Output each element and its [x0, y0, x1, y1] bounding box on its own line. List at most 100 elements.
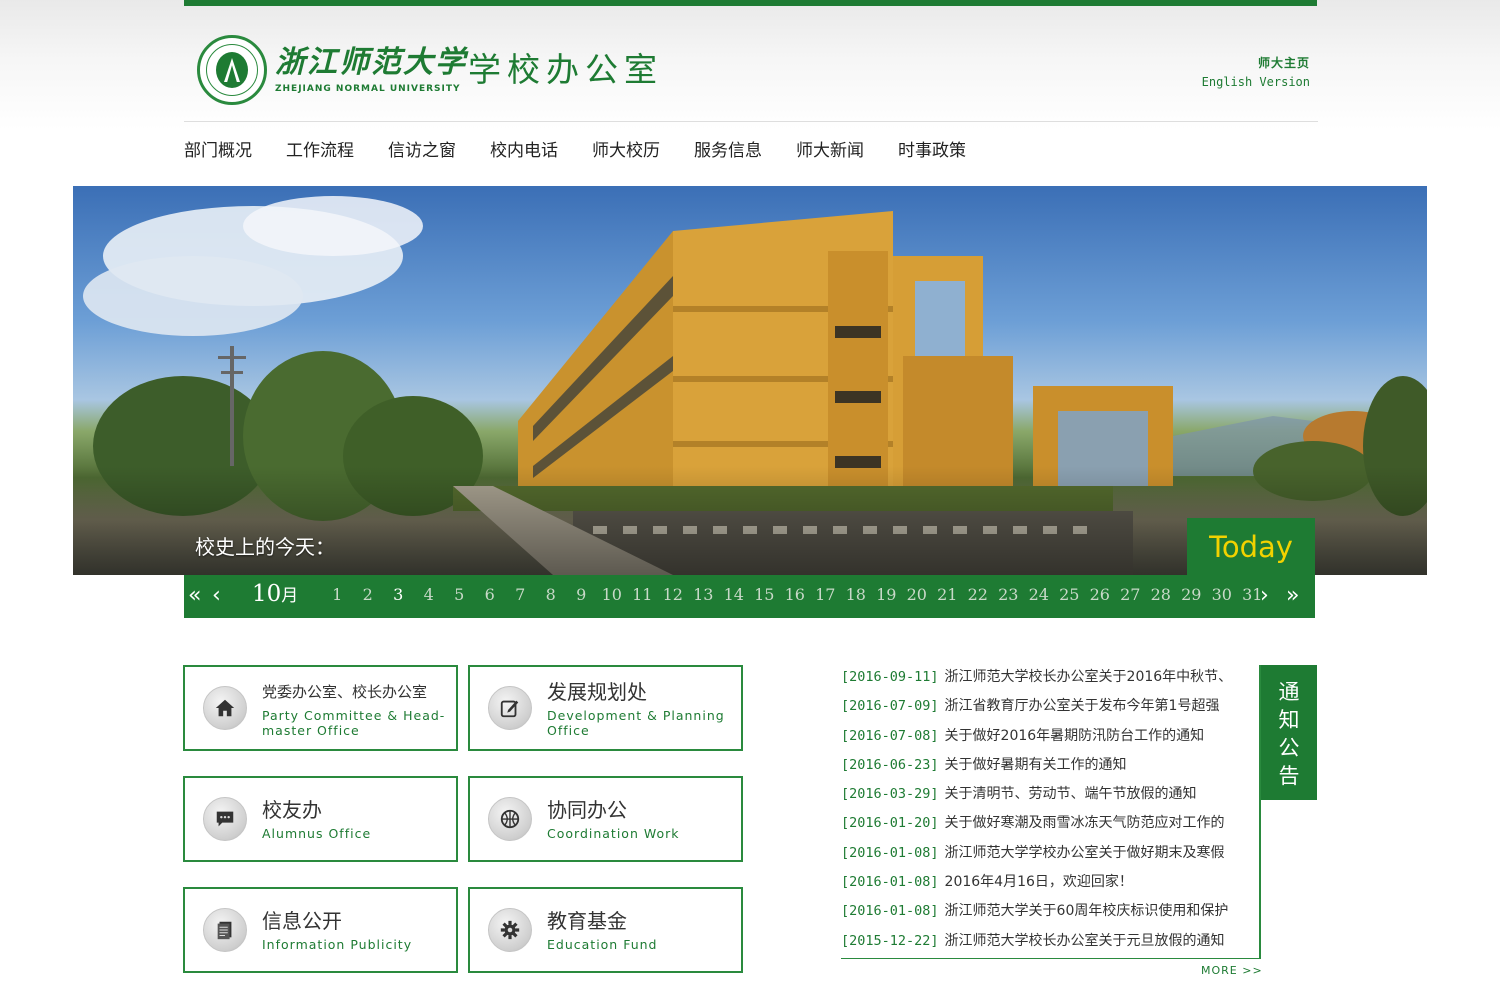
office-title: 学校办公室: [468, 50, 663, 89]
nav-item-campus-phone[interactable]: 校内电话: [490, 136, 558, 166]
dept-alumnus-office[interactable]: 校友办 Alumnus Office: [183, 776, 458, 862]
notice-tab-char: 知: [1278, 708, 1300, 732]
day-28[interactable]: 28: [1146, 585, 1177, 604]
dept-name-cn: 信息公开: [262, 909, 342, 933]
double-chevron-right-icon[interactable]: »: [1286, 583, 1299, 609]
day-21[interactable]: 21: [932, 585, 963, 604]
day-5[interactable]: 5: [444, 585, 475, 604]
dept-coordination-work[interactable]: 协同办公 Coordination Work: [468, 776, 743, 862]
dept-name-cn: 教育基金: [547, 909, 627, 933]
day-10[interactable]: 10: [597, 585, 628, 604]
history-today-label: 校史上的今天：: [195, 535, 335, 559]
nav-item-department-overview[interactable]: 部门概况: [184, 136, 252, 166]
notice-item[interactable]: [2016-07-09] 浙江省教育厅办公室关于发布今年第1号超强: [841, 692, 1241, 721]
school-name: 浙江师范大学 ZHEJIANG NORMAL UNIVERSITY: [275, 45, 467, 95]
day-11[interactable]: 11: [627, 585, 658, 604]
dept-name-en: Coordination Work: [547, 826, 680, 841]
day-2[interactable]: 2: [353, 585, 384, 604]
day-4[interactable]: 4: [414, 585, 445, 604]
day-18[interactable]: 18: [841, 585, 872, 604]
dept-party-president-office[interactable]: 党委办公室、校长办公室 Party Committee & Head-maste…: [183, 665, 458, 751]
notice-item[interactable]: [2016-01-20] 关于做好寒潮及雨雪冰冻天气防范应对工作的: [841, 809, 1241, 838]
notice-item[interactable]: [2015-12-22] 浙江师范大学校长办公室关于元旦放假的通知: [841, 927, 1241, 956]
day-27[interactable]: 27: [1115, 585, 1146, 604]
day-22[interactable]: 22: [963, 585, 994, 604]
day-1[interactable]: 1: [322, 585, 353, 604]
school-name-cn: 浙江师范大学: [275, 45, 467, 80]
basketball-icon: [488, 797, 532, 841]
day-9[interactable]: 9: [566, 585, 597, 604]
nav-item-university-news[interactable]: 师大新闻: [796, 136, 864, 166]
nav-item-petition-window[interactable]: 信访之窗: [388, 136, 456, 166]
university-home-link[interactable]: 师大主页: [1202, 54, 1310, 73]
chat-icon: [203, 797, 247, 841]
university-seal-icon: [197, 35, 267, 105]
dept-information-publicity[interactable]: 信息公开 Information Publicity: [183, 887, 458, 973]
dept-development-planning[interactable]: 发展规划处 Development & Planning Office: [468, 665, 743, 751]
header-divider: [184, 121, 1318, 122]
notice-tab-char: 告: [1278, 764, 1300, 788]
home-icon: [203, 686, 247, 730]
notice-tab-char: 公: [1278, 736, 1300, 760]
double-chevron-left-icon[interactable]: «: [188, 583, 201, 609]
day-23[interactable]: 23: [993, 585, 1024, 604]
top-accent-bar: [184, 0, 1317, 6]
more-notices-link[interactable]: MORE >>: [1201, 964, 1263, 977]
notice-item[interactable]: [2016-01-08] 浙江师范大学关于60周年校庆标识使用和保护: [841, 897, 1241, 926]
day-19[interactable]: 19: [871, 585, 902, 604]
campus-banner-image: [73, 186, 1427, 575]
dept-education-fund[interactable]: 教育基金 Education Fund: [468, 887, 743, 973]
day-6[interactable]: 6: [475, 585, 506, 604]
notice-item[interactable]: [2016-07-08] 关于做好2016年暑期防汛防台工作的通知: [841, 722, 1241, 751]
dept-name-en: Development & Planning Office: [547, 707, 725, 738]
day-17[interactable]: 17: [810, 585, 841, 604]
nav-item-school-calendar[interactable]: 师大校历: [592, 136, 660, 166]
chevron-left-icon[interactable]: ‹: [212, 583, 221, 609]
dept-name-en: Party Committee & Head-master Office: [262, 707, 446, 738]
notice-list: [2016-09-11] 浙江师范大学校长办公室关于2016年中秋节、 [2016…: [841, 663, 1261, 956]
day-26[interactable]: 26: [1085, 585, 1116, 604]
school-name-en: ZHEJIANG NORMAL UNIVERSITY: [275, 84, 461, 94]
notice-item[interactable]: [2016-01-08] 2016年4月16日，欢迎回家！: [841, 868, 1241, 897]
dept-name-cn: 校友办: [262, 798, 322, 822]
day-16[interactable]: 16: [780, 585, 811, 604]
day-15[interactable]: 15: [749, 585, 780, 604]
nav-item-current-policy[interactable]: 时事政策: [898, 136, 966, 166]
day-29[interactable]: 29: [1176, 585, 1207, 604]
notice-tab[interactable]: 通知公告: [1261, 665, 1317, 800]
main-nav: 部门概况 工作流程 信访之窗 校内电话 师大校历 服务信息 师大新闻 时事政策: [184, 136, 1000, 166]
day-20[interactable]: 20: [902, 585, 933, 604]
chevron-right-icon[interactable]: ›: [1260, 583, 1269, 609]
day-3[interactable]: 3: [383, 585, 414, 604]
dept-name-cn: 党委办公室、校长办公室: [262, 682, 428, 701]
day-12[interactable]: 12: [658, 585, 689, 604]
english-version-link[interactable]: English Version: [1202, 73, 1310, 92]
day-list: 1 2 3 4 5 6 7 8 9 10 11 12 13 14 15 16 17 18 19 20 21 22 23 24 2…: [322, 585, 1268, 604]
date-selector-bar: « ‹ 10月 1 2 3 4 5 6 7 8 9 10 11 12 13 14 15 16 17 18 19 20 2…: [184, 575, 1315, 618]
nav-item-service-info[interactable]: 服务信息: [694, 136, 762, 166]
edit-icon: [488, 686, 532, 730]
day-25[interactable]: 25: [1054, 585, 1085, 604]
dept-name-en: Alumnus Office: [262, 826, 372, 841]
month-label: 10月: [252, 581, 299, 607]
day-8[interactable]: 8: [536, 585, 567, 604]
dept-name-cn: 发展规划处: [547, 679, 647, 704]
gear-icon: [488, 908, 532, 952]
dept-name-en: Education Fund: [547, 937, 658, 952]
today-button[interactable]: Today: [1187, 518, 1315, 575]
notice-divider-horizontal: [841, 958, 1261, 959]
day-30[interactable]: 30: [1207, 585, 1238, 604]
notice-item[interactable]: [2016-01-08] 浙江师范大学学校办公室关于做好期末及寒假: [841, 839, 1241, 868]
notice-item[interactable]: [2016-06-23] 关于做好暑期有关工作的通知: [841, 751, 1241, 780]
notice-item[interactable]: [2016-09-11] 浙江师范大学校长办公室关于2016年中秋节、: [841, 663, 1241, 692]
university-logo[interactable]: 浙江师范大学 ZHEJIANG NORMAL UNIVERSITY: [197, 35, 467, 105]
nav-item-workflow[interactable]: 工作流程: [286, 136, 354, 166]
document-icon: [203, 908, 247, 952]
dept-name-en: Information Publicity: [262, 937, 413, 952]
notice-item[interactable]: [2016-03-29] 关于清明节、劳动节、端午节放假的通知: [841, 780, 1241, 809]
day-7[interactable]: 7: [505, 585, 536, 604]
notice-tab-char: 通: [1278, 680, 1300, 704]
day-13[interactable]: 13: [688, 585, 719, 604]
day-14[interactable]: 14: [719, 585, 750, 604]
day-24[interactable]: 24: [1024, 585, 1055, 604]
